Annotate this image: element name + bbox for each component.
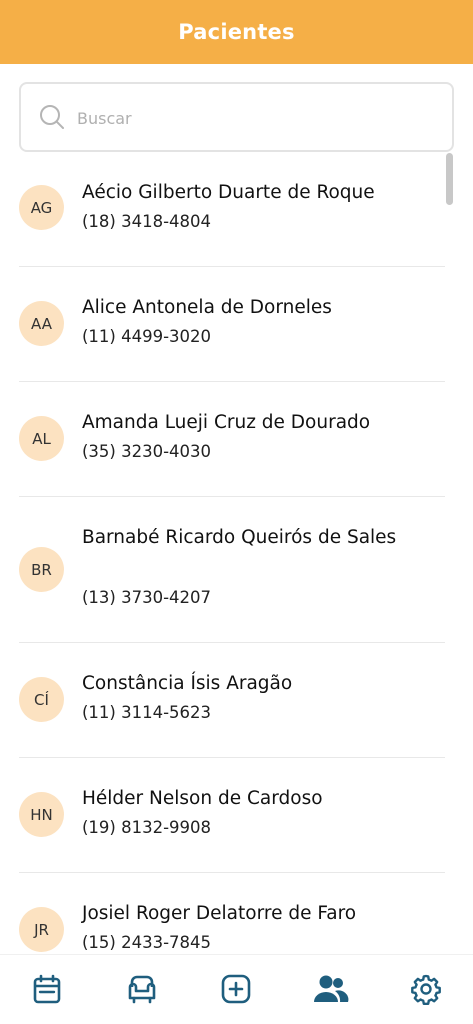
search-box[interactable] [19, 82, 454, 152]
patient-name: Barnabé Ricardo Queirós de Sales [82, 527, 397, 548]
patient-name: Josiel Roger Delatorre de Faro [82, 903, 357, 924]
nav-calendar-button[interactable] [29, 971, 65, 1007]
app-header: Pacientes [0, 0, 473, 64]
search-icon [40, 105, 64, 129]
patient-phone: (35) 3230-4030 [82, 442, 212, 461]
patient-phone: (18) 3418-4804 [82, 212, 212, 231]
patient-phone: (11) 4499-3020 [82, 327, 212, 346]
list-item[interactable]: HN Hélder Nelson de Cardoso (19) 8132-99… [19, 758, 445, 873]
patient-name: Aécio Gilberto Duarte de Roque [82, 182, 375, 203]
armchair-icon [128, 975, 156, 1004]
add-square-icon [221, 974, 251, 1004]
avatar: AL [19, 416, 64, 461]
avatar: JR [19, 907, 64, 952]
list-item[interactable]: AA Alice Antonela de Dorneles (11) 4499-… [19, 267, 445, 382]
patient-phone: (15) 2433-7845 [82, 933, 212, 952]
users-icon [314, 975, 349, 1002]
page-title: Pacientes [178, 20, 295, 44]
nav-settings-button[interactable] [408, 971, 444, 1007]
patient-name: Alice Antonela de Dorneles [82, 297, 332, 318]
patient-name: Amanda Lueji Cruz de Dourado [82, 412, 371, 433]
nav-armchair-button[interactable] [122, 971, 162, 1007]
nav-add-button[interactable] [218, 971, 254, 1007]
avatar: AG [19, 185, 64, 230]
gear-icon [411, 974, 441, 1005]
nav-patients-button[interactable] [312, 971, 350, 1007]
scrollbar[interactable] [446, 153, 453, 205]
patient-name: Hélder Nelson de Cardoso [82, 788, 323, 809]
list-item[interactable]: CÍ Constância Ísis Aragão (11) 3114-5623 [19, 643, 445, 758]
calendar-icon [33, 974, 61, 1004]
patient-phone: (13) 3730-4207 [82, 588, 212, 607]
avatar: BR [19, 547, 64, 592]
patient-phone: (11) 3114-5623 [82, 703, 212, 722]
list-item[interactable]: AG Aécio Gilberto Duarte de Roque (18) 3… [19, 152, 445, 267]
bottom-nav [0, 954, 473, 1024]
list-item[interactable]: JR Josiel Roger Delatorre de Faro (15) 2… [19, 873, 445, 954]
search-input[interactable] [77, 102, 437, 134]
avatar: CÍ [19, 677, 64, 722]
avatar: AA [19, 301, 64, 346]
list-item[interactable]: BR Barnabé Ricardo Queirós de Sales (13)… [19, 497, 445, 643]
list-item[interactable]: AL Amanda Lueji Cruz de Dourado (35) 323… [19, 382, 445, 497]
patient-list[interactable]: AG Aécio Gilberto Duarte de Roque (18) 3… [0, 152, 473, 954]
avatar: HN [19, 792, 64, 837]
patient-phone: (19) 8132-9908 [82, 818, 212, 837]
patient-name: Constância Ísis Aragão [82, 673, 293, 694]
